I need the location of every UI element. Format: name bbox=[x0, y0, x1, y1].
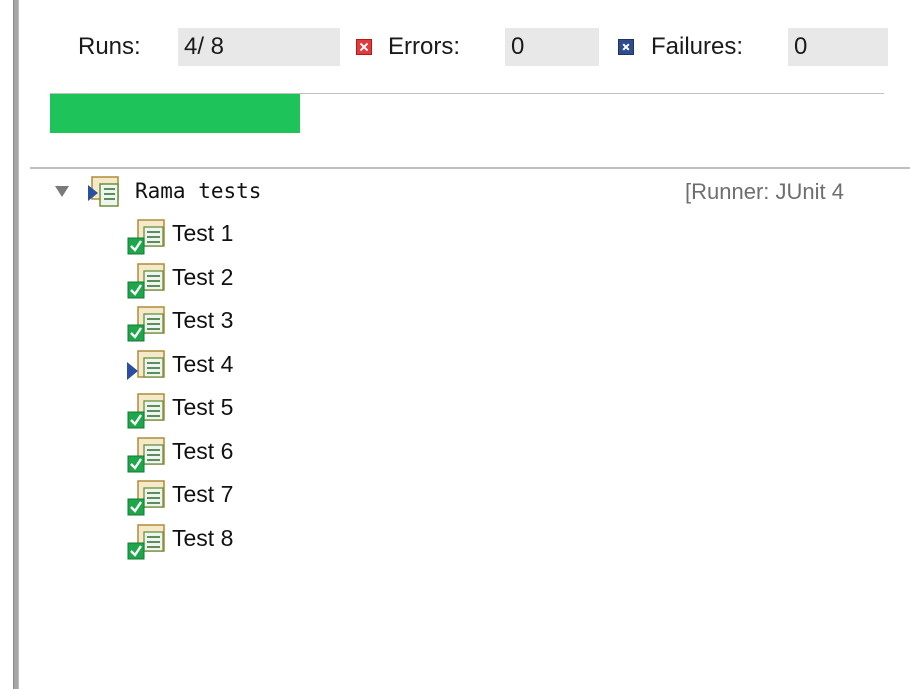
test-suite-running-icon bbox=[88, 176, 119, 207]
test-item[interactable]: Test 7 bbox=[126, 477, 426, 517]
error-x-icon bbox=[356, 39, 372, 55]
test-passed-icon bbox=[127, 436, 165, 472]
failure-x-icon bbox=[618, 39, 634, 55]
junit-view: Runs: 4/ 8 Errors: 0 Failures: 0 Rama te… bbox=[0, 0, 910, 689]
test-item[interactable]: Test 8 bbox=[126, 521, 426, 561]
test-passed-icon bbox=[127, 480, 165, 516]
failures-label: Failures: bbox=[651, 33, 744, 60]
expand-twisty-icon[interactable] bbox=[55, 186, 69, 197]
test-item-label: Test 2 bbox=[172, 263, 234, 290]
failures-value: 0 bbox=[788, 28, 888, 66]
suite-label: Rama tests bbox=[135, 179, 262, 203]
tree-root-item[interactable]: Rama tests [Runner: JUnit 4 bbox=[55, 176, 910, 208]
view-sash[interactable] bbox=[13, 0, 19, 689]
runs-value: 4/ 8 bbox=[178, 28, 340, 66]
runs-label: Runs: bbox=[78, 33, 141, 60]
progress-bar bbox=[50, 93, 884, 133]
test-item-label: Test 7 bbox=[172, 481, 234, 507]
test-passed-icon bbox=[127, 306, 165, 342]
test-item[interactable]: Test 5 bbox=[126, 390, 426, 430]
divider bbox=[30, 167, 910, 169]
test-item-label: Test 8 bbox=[172, 524, 234, 551]
counter-panel: Runs: 4/ 8 Errors: 0 Failures: 0 bbox=[0, 28, 910, 66]
test-passed-icon bbox=[127, 262, 165, 298]
test-item[interactable]: Test 1 bbox=[126, 216, 426, 256]
test-passed-icon bbox=[127, 219, 165, 255]
test-passed-icon bbox=[127, 523, 165, 559]
test-running-icon bbox=[127, 349, 165, 380]
test-item[interactable]: Test 2 bbox=[126, 260, 426, 300]
test-item-label: Test 4 bbox=[172, 350, 234, 377]
runner-label: [Runner: JUnit 4 bbox=[685, 179, 844, 204]
test-item-label: Test 1 bbox=[172, 220, 234, 246]
test-item[interactable]: Test 4 bbox=[126, 347, 426, 387]
test-item-label: Test 3 bbox=[172, 307, 234, 333]
test-passed-icon bbox=[127, 393, 165, 429]
errors-label: Errors: bbox=[388, 33, 460, 60]
test-item-label: Test 6 bbox=[172, 437, 234, 464]
test-item[interactable]: Test 6 bbox=[126, 434, 426, 474]
test-item[interactable]: Test 3 bbox=[126, 303, 426, 343]
errors-value: 0 bbox=[505, 28, 599, 66]
progress-bar-fill bbox=[50, 94, 300, 133]
test-item-label: Test 5 bbox=[172, 394, 234, 420]
